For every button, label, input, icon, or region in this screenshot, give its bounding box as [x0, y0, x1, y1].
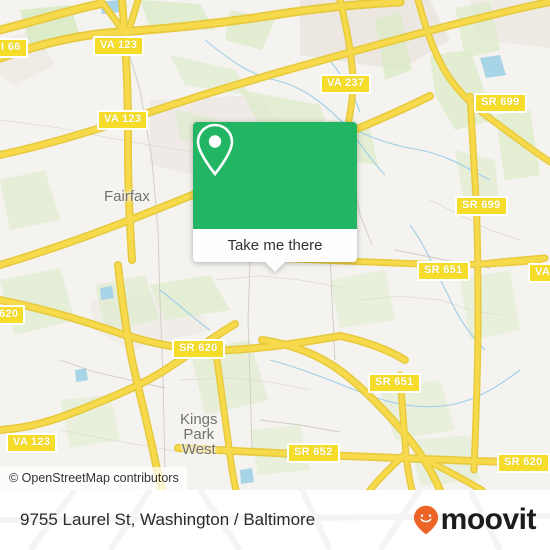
place-label-line: West: [181, 441, 216, 458]
place-label-line: Kings: [180, 411, 218, 428]
highway-shield: I 66: [0, 38, 28, 58]
highway-shield: VA 123: [93, 36, 145, 56]
highway-shield: VA 123: [6, 433, 58, 453]
take-me-there-label: Take me there: [227, 237, 323, 254]
location-popup[interactable]: Take me there: [193, 122, 357, 272]
place-label-line: Park: [183, 426, 215, 443]
map-pin-icon: [196, 123, 234, 177]
highway-shield: VA: [528, 263, 550, 283]
place-label-kings-park-west: Kings Park West: [180, 412, 218, 457]
osm-attribution[interactable]: © OpenStreetMap contributors: [0, 467, 187, 490]
highway-shield: SR 699: [455, 196, 508, 216]
highway-shield: 620: [0, 305, 26, 325]
highway-shield: VA 123: [97, 110, 149, 130]
moovit-wordmark: moovit: [440, 503, 537, 536]
popup-tail: [264, 261, 286, 272]
popup-image-area: [193, 122, 357, 229]
map-screenshot: .land{fill:#f5f3ef} .resid{fill:#ece7e1}…: [0, 0, 550, 550]
highway-shield: SR 652: [287, 443, 340, 463]
address-label: 9755 Laurel St, Washington / Baltimore: [20, 510, 316, 529]
highway-shield: SR 651: [368, 373, 421, 393]
place-label-fairfax: Fairfax: [104, 188, 150, 205]
map-canvas[interactable]: .land{fill:#f5f3ef} .resid{fill:#ece7e1}…: [0, 0, 550, 490]
highway-shield: SR 651: [417, 261, 470, 281]
moovit-smiley-pin-icon: [413, 505, 438, 535]
highway-shield: SR 620: [497, 453, 550, 473]
highway-shield: SR 620: [172, 339, 225, 359]
footer-bar: 9755 Laurel St, Washington / Baltimore m…: [0, 490, 550, 550]
moovit-logo[interactable]: moovit: [413, 503, 537, 536]
take-me-there-button[interactable]: Take me there: [193, 229, 357, 272]
highway-shield: SR 699: [474, 93, 527, 113]
highway-shield: VA 237: [320, 74, 372, 94]
